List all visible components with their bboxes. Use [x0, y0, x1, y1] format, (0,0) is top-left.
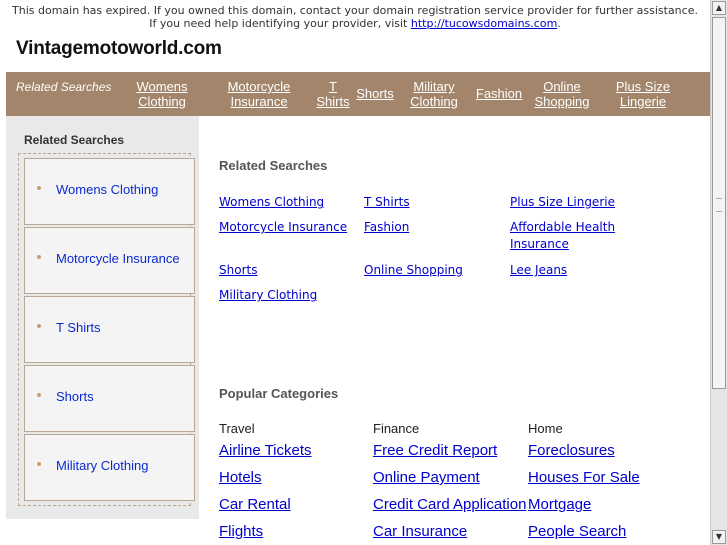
vertical-scrollbar[interactable]: ▲ ▼: [710, 0, 727, 545]
sidebar-title: Related Searches: [24, 133, 125, 147]
top-link-shorts[interactable]: Shorts: [354, 86, 396, 101]
category-link-credit-card-application[interactable]: Credit Card Application: [373, 496, 526, 513]
top-link-military-clothing[interactable]: Military Clothing: [404, 79, 464, 109]
category-link-free-credit-report[interactable]: Free Credit Report: [373, 442, 497, 459]
related-link-womens-clothing[interactable]: Womens Clothing: [219, 194, 324, 211]
top-link-fashion[interactable]: Fashion: [472, 86, 526, 101]
top-link-womens-clothing[interactable]: Womens Clothing: [132, 79, 192, 109]
top-link-line2: Insurance: [230, 94, 288, 109]
sidebar-link[interactable]: Military Clothing: [56, 458, 148, 473]
category-link-people-search[interactable]: People Search: [528, 523, 626, 540]
bullet-icon: [37, 186, 41, 190]
sidebar-item-motorcycle-insurance[interactable]: Motorcycle Insurance: [24, 227, 195, 294]
category-link-hotels[interactable]: Hotels: [219, 469, 262, 486]
popular-categories-title: Popular Categories: [219, 386, 339, 401]
bullet-icon: [37, 462, 41, 466]
category-link-car-rental[interactable]: Car Rental: [219, 496, 291, 513]
top-link-line2: Shopping: [534, 94, 590, 109]
top-link-t-shirts[interactable]: T Shirts: [314, 79, 352, 109]
sidebar-item-t-shirts[interactable]: T Shirts: [24, 296, 195, 363]
top-link-line2: Clothing: [138, 94, 186, 109]
top-link-motorcycle-insurance[interactable]: Motorcycle Insurance: [224, 79, 294, 109]
category-link-flights[interactable]: Flights: [219, 523, 263, 540]
sidebar-link[interactable]: T Shirts: [56, 320, 101, 335]
related-searches-title: Related Searches: [219, 158, 328, 173]
related-link-military-clothing[interactable]: Military Clothing: [219, 287, 317, 304]
bullet-icon: [37, 255, 41, 259]
top-link-line1: T: [329, 79, 337, 94]
category-heading-home: Home: [528, 421, 563, 436]
related-link-shorts[interactable]: Shorts: [219, 262, 257, 279]
top-link-line1: Plus Size: [615, 79, 671, 94]
related-link-online-shopping[interactable]: Online Shopping: [364, 262, 463, 279]
arrow-down-icon[interactable]: ▼: [712, 530, 726, 544]
category-heading-travel: Travel: [219, 421, 255, 436]
category-link-mortgage[interactable]: Mortgage: [528, 496, 591, 513]
top-link-line2: Lingerie: [619, 94, 667, 109]
top-link-line1: Military: [413, 79, 455, 94]
top-link-line2: Shirts: [316, 94, 350, 109]
sidebar-item-shorts[interactable]: Shorts: [24, 365, 195, 432]
top-link-line1: Shorts: [356, 86, 394, 101]
tucows-link[interactable]: http://tucowsdomains.com: [411, 17, 557, 30]
category-link-foreclosures[interactable]: Foreclosures: [528, 442, 615, 459]
related-link-t-shirts[interactable]: T Shirts: [364, 194, 410, 211]
top-related-bar: Related Searches Womens Clothing Motorcyc…: [6, 72, 710, 116]
top-link-line1: Motorcycle: [227, 79, 291, 94]
category-link-airline-tickets[interactable]: Airline Tickets: [219, 442, 312, 459]
related-link-plus-size-lingerie[interactable]: Plus Size Lingerie: [510, 194, 615, 211]
scrollbar-thumb[interactable]: [712, 17, 726, 389]
top-link-line1: Womens: [136, 79, 188, 94]
top-link-online-shopping[interactable]: Online Shopping: [532, 79, 592, 109]
bullet-icon: [37, 324, 41, 328]
grip-icon: [716, 198, 722, 212]
top-link-line1: Online: [543, 79, 581, 94]
arrow-up-icon[interactable]: ▲: [712, 1, 726, 15]
top-link-plus-size-lingerie[interactable]: Plus Size Lingerie: [609, 79, 677, 109]
related-link-lee-jeans[interactable]: Lee Jeans: [510, 262, 567, 279]
expired-notice-end: .: [557, 17, 561, 30]
category-heading-finance: Finance: [373, 421, 420, 436]
sidebar-item-military-clothing[interactable]: Military Clothing: [24, 434, 195, 501]
expired-notice-text: This domain has expired. If you owned th…: [12, 4, 698, 30]
sidebar-link[interactable]: Shorts: [56, 389, 94, 404]
expired-notice: This domain has expired. If you owned th…: [10, 4, 700, 30]
related-link-fashion[interactable]: Fashion: [364, 219, 409, 236]
related-link-motorcycle-insurance[interactable]: Motorcycle Insurance: [219, 219, 347, 236]
sidebar-list: Womens Clothing Motorcycle Insurance T S…: [18, 153, 195, 506]
category-link-houses-for-sale[interactable]: Houses For Sale: [528, 469, 640, 486]
top-related-label: Related Searches: [16, 80, 112, 94]
category-link-car-insurance[interactable]: Car Insurance: [373, 523, 467, 540]
sidebar: Related Searches Womens Clothing Motorcy…: [6, 116, 199, 519]
bullet-icon: [37, 393, 41, 397]
top-link-line2: Clothing: [410, 94, 458, 109]
site-title: Vintagemotoworld.com: [16, 38, 222, 59]
sidebar-link[interactable]: Womens Clothing: [56, 182, 158, 197]
sidebar-link[interactable]: Motorcycle Insurance: [56, 251, 180, 266]
page: This domain has expired. If you owned th…: [0, 0, 710, 545]
related-link-affordable-health-insurance[interactable]: Affordable Health Insurance: [510, 219, 630, 253]
category-link-online-payment[interactable]: Online Payment: [373, 469, 480, 486]
top-link-line1: Fashion: [475, 86, 523, 101]
sidebar-item-womens-clothing[interactable]: Womens Clothing: [24, 158, 195, 225]
